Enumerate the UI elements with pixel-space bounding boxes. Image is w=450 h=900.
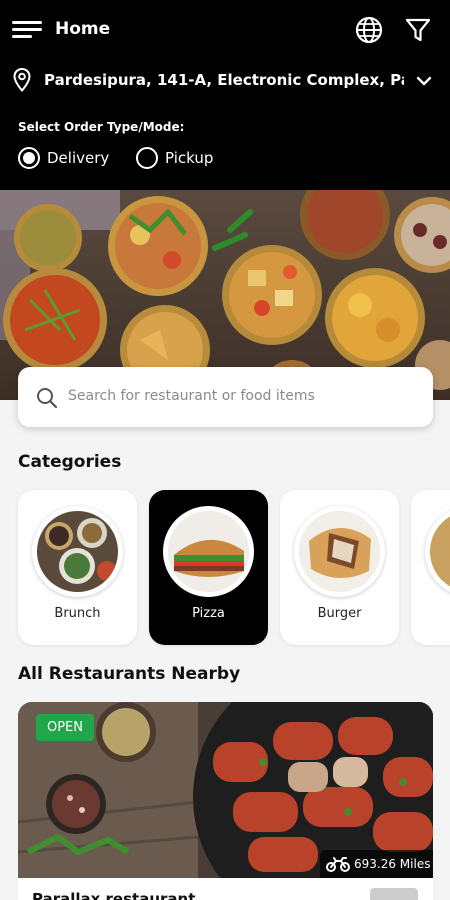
filter-icon[interactable] [404, 16, 432, 44]
header: Home Pardesipura, 141-A, Electronic Comp… [0, 0, 450, 190]
pickup-label: Pickup [165, 149, 214, 167]
category-card-brunch[interactable]: Brunch [18, 490, 137, 645]
motorbike-icon [326, 857, 350, 872]
restaurants-title: All Restaurants Nearby [18, 664, 241, 684]
globe-icon[interactable] [355, 16, 383, 44]
category-card-pizza[interactable]: Pizza [149, 490, 268, 645]
app-screen: Home Pardesipura, 141-A, Electronic Comp… [0, 0, 450, 900]
menu-icon[interactable] [12, 21, 42, 39]
restaurant-card[interactable]: OPEN 693.26 Miles Parallax restaurant [18, 702, 433, 900]
category-image [163, 506, 254, 597]
radio-checked-icon [18, 147, 40, 169]
distance-text: 693.26 Miles [354, 857, 431, 871]
status-badge: OPEN [36, 714, 94, 741]
search-placeholder: Search for restaurant or food items [68, 388, 315, 404]
category-label: Burger [317, 606, 362, 621]
category-label: Pizza [192, 606, 225, 621]
category-label: Brunch [54, 606, 101, 621]
pickup-radio[interactable]: Pickup [136, 146, 213, 170]
category-card-burger[interactable]: Burger [280, 490, 399, 645]
delivery-radio[interactable]: Delivery [18, 146, 109, 170]
category-image [32, 506, 123, 597]
radio-unchecked-icon [136, 147, 158, 169]
order-type-label: Select Order Type/Mode: [18, 120, 185, 134]
delivery-label: Delivery [47, 149, 110, 167]
delivery-location[interactable]: Pardesipura, 141-A, Electronic Complex, … [44, 71, 404, 89]
category-card-partial[interactable] [411, 490, 450, 645]
restaurant-name: Parallax restaurant [32, 890, 196, 900]
category-image [294, 506, 385, 597]
restaurant-action-button[interactable] [370, 888, 418, 900]
category-image [425, 506, 450, 597]
page-title: Home [55, 19, 111, 39]
search-input[interactable]: Search for restaurant or food items [18, 367, 433, 427]
categories-title: Categories [18, 452, 122, 472]
distance-badge: 693.26 Miles [320, 850, 433, 878]
search-icon [37, 388, 58, 409]
location-pin-icon [13, 68, 31, 92]
chevron-down-icon[interactable] [415, 74, 433, 88]
